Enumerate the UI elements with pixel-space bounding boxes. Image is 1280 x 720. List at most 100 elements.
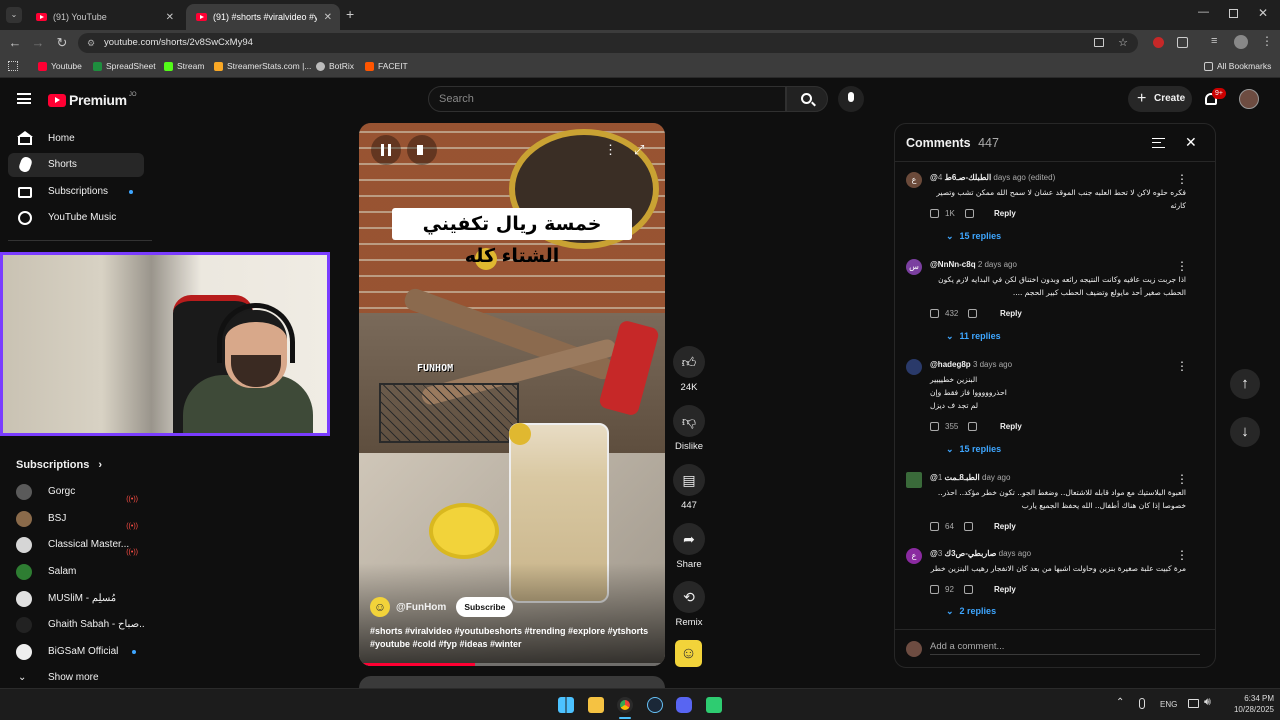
clock[interactable]: 6:34 PM 10/28/2025 bbox=[1222, 693, 1274, 715]
shorts-video-player[interactable]: FUNHOM bbox=[359, 123, 665, 666]
create-button[interactable]: + Create bbox=[1128, 86, 1192, 112]
windows-start-icon[interactable] bbox=[558, 697, 574, 713]
sidebar-item-shorts[interactable]: Shorts bbox=[8, 153, 144, 177]
bookmark-botrix[interactable]: BotRix bbox=[316, 61, 354, 71]
reply-button[interactable]: Reply bbox=[994, 585, 1016, 594]
search-button[interactable] bbox=[786, 86, 828, 112]
subscription-item[interactable]: BSJ ((•)) bbox=[16, 508, 144, 530]
thumbs-down-icon[interactable] bbox=[964, 209, 974, 219]
discord-icon[interactable] bbox=[676, 697, 692, 713]
browser-menu-icon[interactable]: ⋮ bbox=[1261, 34, 1273, 48]
forward-arrow-icon[interactable]: → bbox=[29, 35, 47, 50]
install-app-icon[interactable] bbox=[1094, 38, 1104, 47]
system-tray-chevron-icon[interactable]: ⌃ bbox=[1116, 697, 1124, 708]
site-info-icon[interactable]: ⚙ bbox=[87, 33, 95, 53]
volume-button[interactable] bbox=[407, 135, 437, 165]
apps-grid-icon[interactable] bbox=[8, 61, 18, 71]
bookmark-stream[interactable]: Stream bbox=[164, 61, 204, 71]
browser-tab-youtube[interactable]: (91) YouTube ✕ bbox=[26, 4, 182, 30]
extension-red-icon[interactable] bbox=[1153, 37, 1164, 48]
subscription-item[interactable]: MUSliM - مُسلِم bbox=[16, 588, 144, 610]
pause-button[interactable] bbox=[371, 135, 401, 165]
language-indicator[interactable]: ENG bbox=[1160, 700, 1177, 709]
sidebar-item-home[interactable]: Home bbox=[8, 127, 144, 151]
restore-window-icon[interactable] bbox=[1229, 9, 1238, 18]
thumbs-down-icon[interactable] bbox=[963, 585, 973, 595]
reply-button[interactable]: Reply bbox=[1000, 422, 1022, 431]
share-button[interactable]: ➦ Share bbox=[672, 523, 706, 570]
search-input[interactable]: Search bbox=[428, 86, 786, 112]
bookmark-streamerstats[interactable]: StreamerStats.com |... bbox=[214, 61, 311, 71]
view-replies-button[interactable]: ⌄ 15 replies bbox=[946, 444, 1001, 455]
subscribe-button[interactable]: Subscribe bbox=[456, 597, 514, 617]
view-replies-button[interactable]: ⌄ 15 replies bbox=[946, 231, 1001, 242]
channel-name[interactable]: @FunHom bbox=[396, 602, 446, 613]
microphone-tray-icon[interactable] bbox=[1139, 698, 1145, 709]
sidebar-item-subscriptions[interactable]: Subscriptions bbox=[8, 180, 144, 204]
audio-source-thumbnail[interactable]: ☺ bbox=[675, 640, 702, 667]
volume-tray-icon[interactable]: 🔊︎ bbox=[1204, 696, 1211, 709]
thumbs-up-icon[interactable] bbox=[930, 422, 939, 432]
close-window-icon[interactable]: ✕ bbox=[1258, 6, 1268, 20]
subscription-item[interactable]: Ghaith Sabah - صباح... bbox=[16, 614, 144, 636]
new-tab-icon[interactable]: + bbox=[346, 6, 354, 22]
avatar[interactable]: ع bbox=[906, 548, 922, 564]
video-hashtags[interactable]: #shorts #viralvideo #youtubeshorts #tren… bbox=[370, 625, 654, 651]
next-short-button[interactable]: ↓ bbox=[1230, 417, 1260, 447]
voice-search-button[interactable] bbox=[838, 86, 864, 112]
close-tab-icon[interactable]: ✕ bbox=[324, 12, 332, 23]
extensions-puzzle-icon[interactable] bbox=[1177, 37, 1188, 48]
sort-comments-icon[interactable] bbox=[1152, 138, 1165, 148]
view-replies-button[interactable]: ⌄ 11 replies bbox=[946, 331, 1001, 342]
youtube-premium-logo[interactable]: Premium JO bbox=[48, 92, 136, 108]
bookmark-spreadsheet[interactable]: SpreadSheet bbox=[93, 61, 156, 71]
more-options-icon[interactable]: ⋮ bbox=[604, 142, 617, 158]
file-explorer-icon[interactable] bbox=[588, 697, 604, 713]
reply-button[interactable]: Reply bbox=[994, 522, 1016, 531]
remix-button[interactable]: ⟲ Remix bbox=[672, 581, 706, 628]
thumbs-up-icon[interactable] bbox=[930, 522, 939, 532]
close-tab-icon[interactable]: ✕ bbox=[166, 12, 174, 23]
thumbs-down-icon[interactable] bbox=[968, 422, 978, 432]
back-arrow-icon[interactable]: ← bbox=[6, 35, 24, 50]
comment-menu-icon[interactable]: ⋮ bbox=[1176, 472, 1188, 486]
bookmark-youtube[interactable]: Youtube bbox=[38, 61, 82, 71]
thumbs-up-icon[interactable] bbox=[930, 309, 939, 319]
add-comment-input[interactable]: Add a comment... bbox=[930, 641, 1200, 655]
thumbs-down-icon[interactable] bbox=[968, 309, 978, 319]
subscriptions-heading[interactable]: Subscriptions › bbox=[16, 459, 102, 471]
steam-icon[interactable] bbox=[647, 697, 663, 713]
reply-button[interactable]: Reply bbox=[1000, 309, 1022, 318]
avatar[interactable]: س bbox=[906, 259, 922, 275]
show-more-button[interactable]: ⌄ Show more bbox=[16, 667, 144, 689]
all-bookmarks-button[interactable]: All Bookmarks bbox=[1204, 61, 1271, 71]
media-control-icon[interactable]: ≡ bbox=[1211, 35, 1217, 47]
like-button[interactable]: 👍︎ 24K bbox=[672, 346, 706, 393]
thumbs-up-icon[interactable] bbox=[930, 209, 939, 219]
bookmark-star-icon[interactable]: ☆ bbox=[1118, 33, 1128, 53]
subscription-item[interactable]: Classical Master... ((•)) bbox=[16, 534, 144, 556]
avatar[interactable]: ع bbox=[906, 172, 922, 188]
reload-icon[interactable]: ↻ bbox=[53, 35, 71, 51]
browser-tab-shorts[interactable]: (91) #shorts #viralvideo #yo ✕ bbox=[186, 4, 340, 30]
previous-short-button[interactable]: ↑ bbox=[1230, 369, 1260, 399]
comment-author[interactable]: @NnNn-c8q bbox=[930, 260, 976, 269]
video-progress-track[interactable] bbox=[359, 663, 665, 666]
subscription-item[interactable]: BiGSaM Official bbox=[16, 641, 144, 663]
view-replies-button[interactable]: ⌄ 2 replies bbox=[946, 606, 996, 617]
comment-author[interactable]: @hadeg8p bbox=[930, 360, 971, 369]
close-comments-icon[interactable]: ✕ bbox=[1185, 134, 1197, 151]
avatar[interactable] bbox=[906, 359, 922, 375]
reply-button[interactable]: Reply bbox=[994, 209, 1016, 218]
profile-avatar-icon[interactable] bbox=[1234, 35, 1248, 49]
bookmark-faceit[interactable]: FACEIT bbox=[365, 61, 408, 71]
avatar[interactable] bbox=[906, 472, 922, 488]
thumbs-up-icon[interactable] bbox=[930, 585, 939, 595]
comments-button[interactable]: ▤ 447 bbox=[672, 464, 706, 511]
account-avatar[interactable] bbox=[1239, 89, 1259, 109]
address-bar[interactable]: ⚙ youtube.com/shorts/2v8SwCxMy94 ☆ bbox=[78, 33, 1138, 53]
chat-app-icon[interactable] bbox=[706, 697, 722, 713]
channel-avatar[interactable]: ☺ bbox=[370, 597, 390, 617]
network-icon[interactable] bbox=[1188, 699, 1199, 708]
hamburger-menu-icon[interactable] bbox=[17, 93, 31, 104]
